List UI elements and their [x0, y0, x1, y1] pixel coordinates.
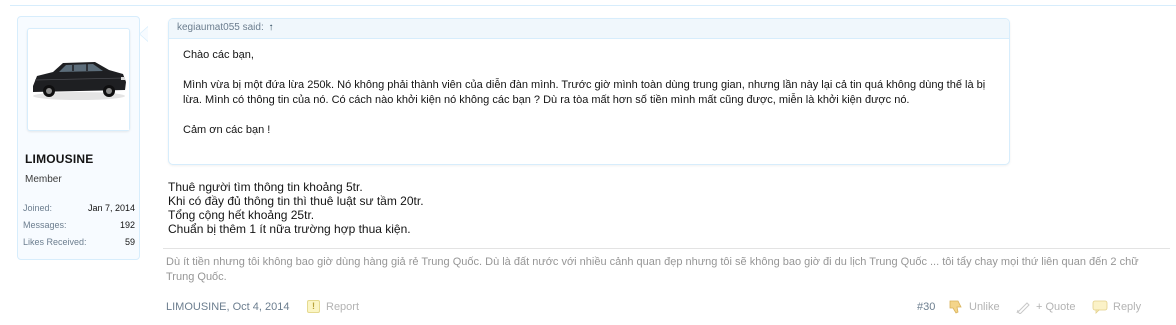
quote-author: kegiaumat055 said:	[177, 22, 264, 33]
user-title: Member	[25, 174, 62, 185]
message-line: Thuê người tìm thông tin khoảng 5tr.	[168, 180, 363, 194]
stat-label: Messages:	[23, 220, 67, 230]
quote-header: kegiaumat055 said: ↑	[169, 19, 1009, 39]
reply-label: Reply	[1113, 301, 1142, 313]
forum-post: LIMOUSINE Member Joined: Jan 7, 2014 Mes…	[0, 0, 1176, 325]
post-number-link[interactable]: #30	[917, 301, 935, 313]
reply-button[interactable]: Reply	[1092, 300, 1141, 314]
stat-value: 59	[124, 237, 135, 247]
post-divider	[10, 5, 1176, 6]
thumbs-down-icon	[949, 300, 962, 314]
stat-label: Likes Received:	[23, 237, 87, 247]
stat-label: Joined:	[23, 203, 53, 213]
stat-value: Jan 7, 2014	[87, 203, 135, 213]
reply-bubble-icon	[1092, 300, 1108, 314]
quote-paragraph: Mình vừa bị một đứa lừa 250k. Nó không p…	[183, 79, 986, 106]
car-avatar-image	[29, 30, 129, 130]
quote-icon	[1016, 302, 1030, 314]
report-button[interactable]: ! Report	[307, 300, 359, 313]
user-info-panel: LIMOUSINE Member Joined: Jan 7, 2014 Mes…	[17, 16, 140, 260]
quote-button[interactable]: + Quote	[1015, 300, 1075, 314]
quote-paragraph: Cảm ơn các bạn !	[183, 124, 271, 136]
user-stats: Joined: Jan 7, 2014 Messages: 192 Likes …	[23, 203, 135, 254]
jump-to-quote-link[interactable]: ↑	[269, 22, 274, 33]
quote-label: + Quote	[1036, 301, 1076, 313]
message-line: Khi có đầy đủ thông tin thì thuê luật sư…	[168, 194, 424, 208]
message-line: Chuẩn bị thêm 1 ít nữa trường hợp thua k…	[168, 222, 411, 236]
stat-value[interactable]: 192	[120, 220, 135, 230]
report-label: Report	[326, 300, 360, 313]
stat-messages: Messages: 192	[23, 220, 135, 237]
message-text: Thuê người tìm thông tin khoảng 5tr. Khi…	[168, 180, 424, 236]
signature-divider	[163, 248, 1170, 249]
author-date-link[interactable]: LIMOUSINE, Oct 4, 2014	[166, 301, 290, 313]
quote-block: kegiaumat055 said: ↑ Chào các bạn, Mình …	[168, 18, 1010, 165]
unlike-button[interactable]: Unlike	[948, 300, 1000, 314]
quote-body: Chào các bạn, Mình vừa bị một đứa lừa 25…	[169, 39, 1009, 138]
avatar[interactable]	[27, 28, 130, 131]
panel-pointer-inner	[140, 27, 148, 41]
message-line: Tổng cộng hết khoảng 25tr.	[168, 208, 315, 222]
warning-icon: !	[307, 300, 320, 313]
unlike-label: Unlike	[969, 301, 1000, 313]
signature: Dù ít tiền nhưng tôi không bao giờ dùng …	[166, 256, 1139, 283]
post-footer: LIMOUSINE, Oct 4, 2014 ! Report #30 Unli…	[166, 300, 1166, 317]
stat-likes: Likes Received: 59	[23, 237, 135, 254]
quote-paragraph: Chào các bạn,	[183, 49, 254, 61]
stat-joined: Joined: Jan 7, 2014	[23, 203, 135, 220]
username[interactable]: LIMOUSINE	[25, 152, 93, 166]
